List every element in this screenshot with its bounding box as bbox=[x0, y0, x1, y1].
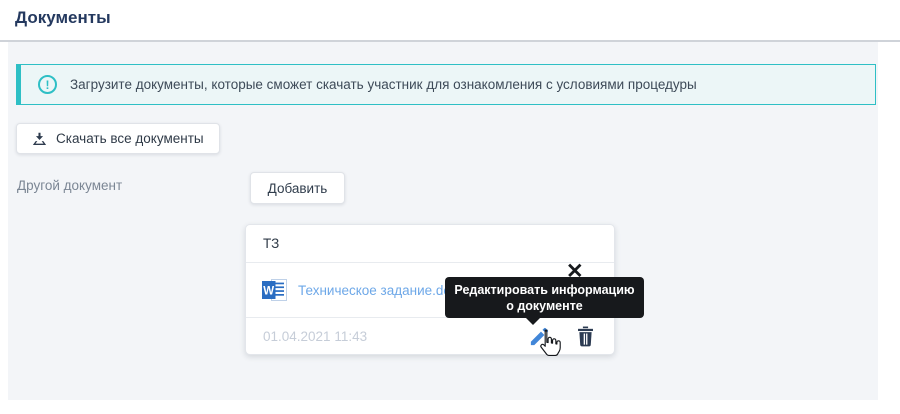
upload-date: 01.04.2021 11:43 bbox=[263, 328, 368, 344]
info-banner-text: Загрузите документы, которые сможет скач… bbox=[70, 77, 697, 92]
word-file-icon: W bbox=[262, 279, 287, 301]
add-document-button[interactable]: Добавить bbox=[250, 172, 345, 204]
documents-page: Документы ! Загрузите документы, которые… bbox=[0, 0, 900, 414]
document-file-link[interactable]: Техническое задание.docx bbox=[298, 283, 464, 298]
add-document-label: Добавить bbox=[267, 180, 328, 196]
delete-document-button[interactable] bbox=[574, 325, 597, 348]
page-title: Документы bbox=[15, 8, 111, 27]
info-banner: ! Загрузите документы, которые сможет ск… bbox=[16, 64, 876, 105]
svg-text:W: W bbox=[263, 285, 274, 297]
document-card-title: ТЗ bbox=[246, 225, 614, 263]
hand-cursor bbox=[540, 329, 561, 356]
download-all-label: Скачать все документы bbox=[56, 131, 204, 146]
download-icon bbox=[32, 132, 47, 145]
download-all-button[interactable]: Скачать все документы bbox=[16, 123, 220, 154]
edit-tooltip: Редактировать информацию о документе bbox=[445, 277, 644, 325]
edit-tooltip-text: Редактировать информацию о документе bbox=[454, 282, 635, 313]
info-icon: ! bbox=[38, 75, 57, 94]
tooltip-caret bbox=[525, 317, 541, 325]
other-document-label: Другой документ bbox=[17, 178, 123, 193]
trash-icon bbox=[578, 326, 593, 346]
